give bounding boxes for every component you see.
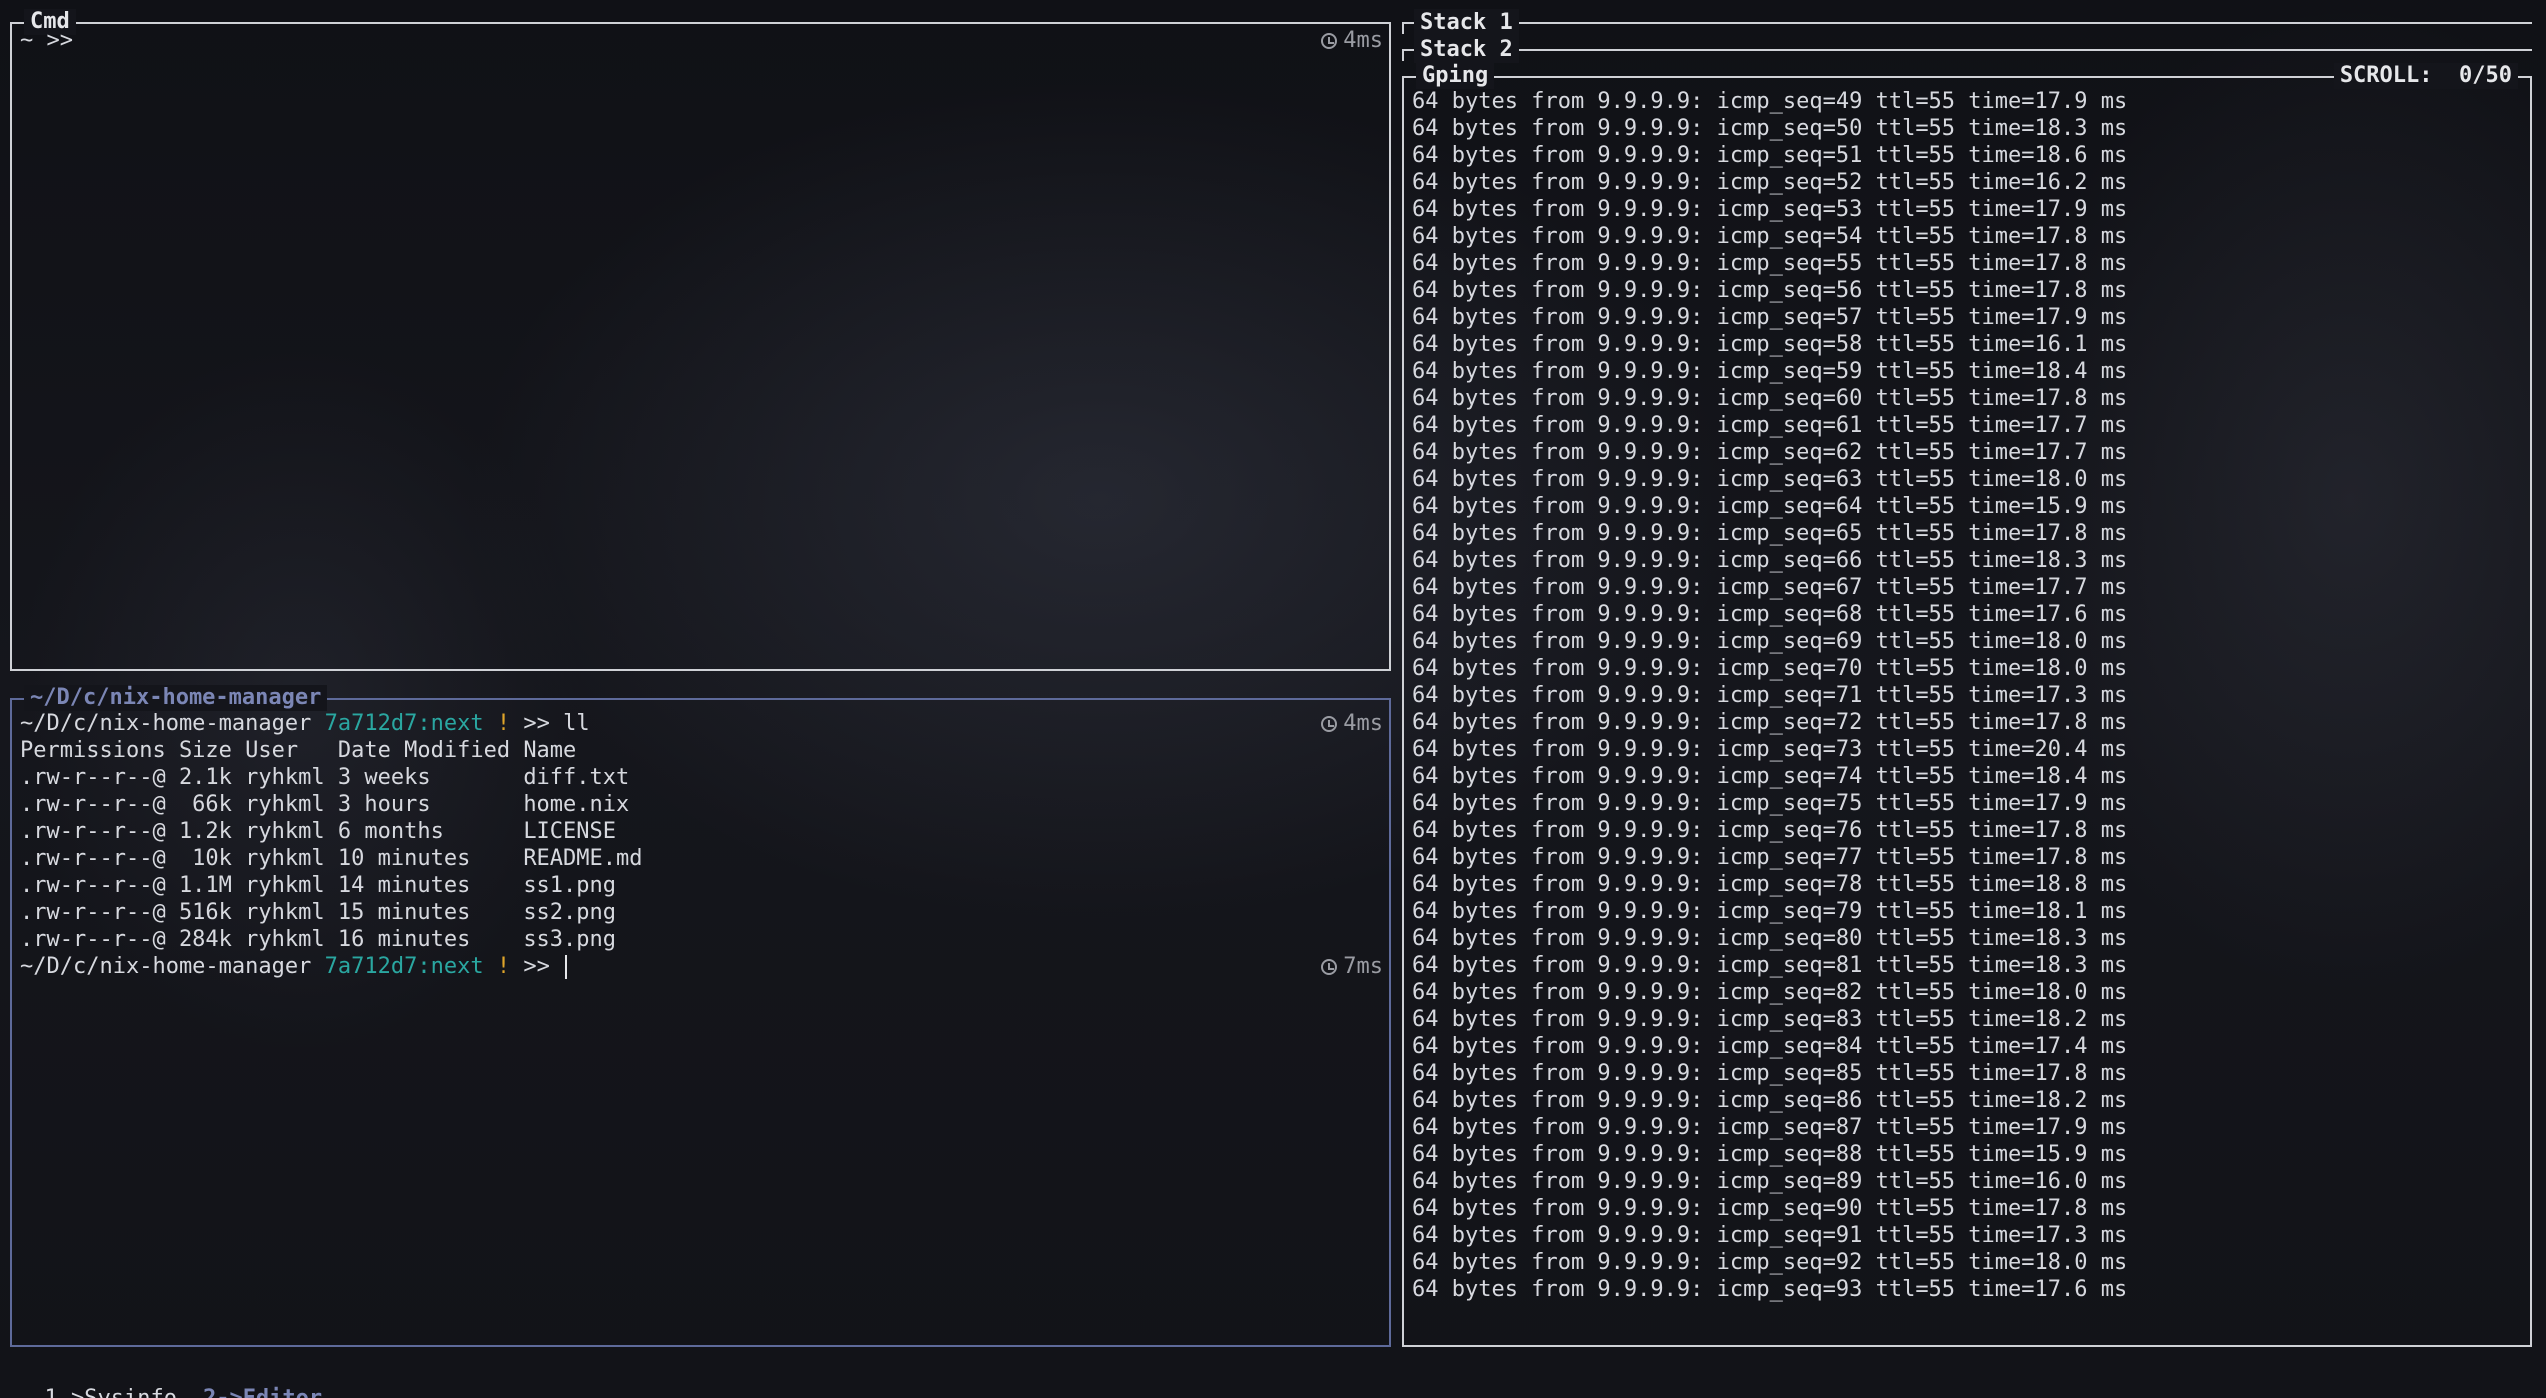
ping-line: 64 bytes from 9.9.9.9: icmp_seq=93 ttl=5… bbox=[1412, 1277, 2128, 1302]
tab-sysinfo[interactable]: 1->Sysinfo bbox=[45, 1386, 177, 1398]
prompt-path: ~/D/c/nix-home-manager bbox=[20, 711, 325, 736]
shell-prompt-2[interactable]: ~/D/c/nix-home-manager 7a712d7:next ! >> bbox=[20, 953, 568, 980]
ping-line: 64 bytes from 9.9.9.9: icmp_seq=79 ttl=5… bbox=[1412, 899, 2128, 924]
ping-line: 64 bytes from 9.9.9.9: icmp_seq=52 ttl=5… bbox=[1412, 170, 2128, 195]
ls-file-row: .rw-r--r--@ 10k ryhkml 10 minutes README… bbox=[20, 846, 643, 871]
text-cursor bbox=[565, 955, 568, 979]
stack-2-header[interactable]: Stack 2 bbox=[1402, 36, 2532, 63]
ping-line: 64 bytes from 9.9.9.9: icmp_seq=72 ttl=5… bbox=[1412, 710, 2128, 735]
ping-line: 64 bytes from 9.9.9.9: icmp_seq=49 ttl=5… bbox=[1412, 89, 2128, 114]
shell-timer-2-value: 7ms bbox=[1343, 954, 1383, 979]
ls-file-row: .rw-r--r--@ 516k ryhkml 15 minutes ss2.p… bbox=[20, 900, 617, 925]
stack-1-title: Stack 1 bbox=[1414, 9, 1519, 36]
ls-file-row: .rw-r--r--@ 1.2k ryhkml 6 months LICENSE bbox=[20, 819, 617, 844]
ping-line: 64 bytes from 9.9.9.9: icmp_seq=58 ttl=5… bbox=[1412, 332, 2128, 357]
ping-line: 64 bytes from 9.9.9.9: icmp_seq=60 ttl=5… bbox=[1412, 386, 2128, 411]
cmd-prompt[interactable]: ~ >> bbox=[20, 27, 73, 54]
ping-line: 64 bytes from 9.9.9.9: icmp_seq=85 ttl=5… bbox=[1412, 1061, 2128, 1086]
ping-line: 64 bytes from 9.9.9.9: icmp_seq=66 ttl=5… bbox=[1412, 548, 2128, 573]
shell-timer-1-value: 4ms bbox=[1343, 711, 1383, 736]
gping-pane[interactable]: Gping SCROLL: 0/50 64 bytes from 9.9.9.9… bbox=[1402, 63, 2532, 1347]
ping-line: 64 bytes from 9.9.9.9: icmp_seq=69 ttl=5… bbox=[1412, 629, 2128, 654]
ping-line: 64 bytes from 9.9.9.9: icmp_seq=80 ttl=5… bbox=[1412, 926, 2128, 951]
ping-line: 64 bytes from 9.9.9.9: icmp_seq=84 ttl=5… bbox=[1412, 1034, 2128, 1059]
ping-line: 64 bytes from 9.9.9.9: icmp_seq=51 ttl=5… bbox=[1412, 143, 2128, 168]
ping-line: 64 bytes from 9.9.9.9: icmp_seq=62 ttl=5… bbox=[1412, 440, 2128, 465]
cmd-timer-value: 4ms bbox=[1343, 28, 1383, 53]
ping-line: 64 bytes from 9.9.9.9: icmp_seq=90 ttl=5… bbox=[1412, 1196, 2128, 1221]
git-branch: 7a712d7:next bbox=[324, 711, 484, 736]
ping-line: 64 bytes from 9.9.9.9: icmp_seq=89 ttl=5… bbox=[1412, 1169, 2128, 1194]
shell-timer-1: 4ms bbox=[1321, 710, 1383, 737]
ping-line: 64 bytes from 9.9.9.9: icmp_seq=56 ttl=5… bbox=[1412, 278, 2128, 303]
ping-line: 64 bytes from 9.9.9.9: icmp_seq=78 ttl=5… bbox=[1412, 872, 2128, 897]
ping-line: 64 bytes from 9.9.9.9: icmp_seq=54 ttl=5… bbox=[1412, 224, 2128, 249]
ping-line: 64 bytes from 9.9.9.9: icmp_seq=82 ttl=5… bbox=[1412, 980, 2128, 1005]
ping-line: 64 bytes from 9.9.9.9: icmp_seq=61 ttl=5… bbox=[1412, 413, 2128, 438]
ping-line: 64 bytes from 9.9.9.9: icmp_seq=81 ttl=5… bbox=[1412, 953, 2128, 978]
prompt-arrow: >> bbox=[510, 711, 564, 736]
ping-line: 64 bytes from 9.9.9.9: icmp_seq=74 ttl=5… bbox=[1412, 764, 2128, 789]
cmd-timer: 4ms bbox=[1321, 27, 1383, 54]
shell-pane-title: ~/D/c/nix-home-manager bbox=[24, 685, 328, 711]
ping-line: 64 bytes from 9.9.9.9: icmp_seq=87 ttl=5… bbox=[1412, 1115, 2128, 1140]
cmd-pane[interactable]: Cmd ~ >> 4ms bbox=[10, 9, 1391, 671]
ping-line: 64 bytes from 9.9.9.9: icmp_seq=76 ttl=5… bbox=[1412, 818, 2128, 843]
ls-file-row: .rw-r--r--@ 66k ryhkml 3 hours home.nix bbox=[20, 792, 630, 817]
stack-2-title: Stack 2 bbox=[1414, 36, 1519, 63]
clock-icon bbox=[1321, 958, 1338, 975]
tab-editor[interactable]: 2->Editor bbox=[203, 1386, 322, 1398]
stack-1-header[interactable]: Stack 1 bbox=[1402, 9, 2532, 36]
scroll-indicator: SCROLL: 0/50 bbox=[2333, 63, 2518, 89]
ping-line: 64 bytes from 9.9.9.9: icmp_seq=65 ttl=5… bbox=[1412, 521, 2128, 546]
ping-line: 64 bytes from 9.9.9.9: icmp_seq=73 ttl=5… bbox=[1412, 737, 2128, 762]
ping-line: 64 bytes from 9.9.9.9: icmp_seq=50 ttl=5… bbox=[1412, 116, 2128, 141]
clock-icon bbox=[1321, 32, 1338, 49]
ping-line: 64 bytes from 9.9.9.9: icmp_seq=83 ttl=5… bbox=[1412, 1007, 2128, 1032]
ping-line: 64 bytes from 9.9.9.9: icmp_seq=67 ttl=5… bbox=[1412, 575, 2128, 600]
ls-file-row: .rw-r--r--@ 284k ryhkml 16 minutes ss3.p… bbox=[20, 927, 617, 952]
prompt-arrow: >> bbox=[510, 954, 564, 979]
ping-line: 64 bytes from 9.9.9.9: icmp_seq=68 ttl=5… bbox=[1412, 602, 2128, 627]
ls-header-row: Permissions Size User Date Modified Name bbox=[20, 738, 577, 763]
ping-line: 64 bytes from 9.9.9.9: icmp_seq=75 ttl=5… bbox=[1412, 791, 2128, 816]
shell-pane[interactable]: ~/D/c/nix-home-manager ~/D/c/nix-home-ma… bbox=[10, 685, 1391, 1347]
ping-line: 64 bytes from 9.9.9.9: icmp_seq=92 ttl=5… bbox=[1412, 1250, 2128, 1275]
ping-line: 64 bytes from 9.9.9.9: icmp_seq=71 ttl=5… bbox=[1412, 683, 2128, 708]
ping-line: 64 bytes from 9.9.9.9: icmp_seq=53 ttl=5… bbox=[1412, 197, 2128, 222]
gping-pane-title: Gping bbox=[1416, 63, 1495, 89]
ls-file-row: .rw-r--r--@ 1.1M ryhkml 14 minutes ss1.p… bbox=[20, 873, 617, 898]
ping-line: 64 bytes from 9.9.9.9: icmp_seq=77 ttl=5… bbox=[1412, 845, 2128, 870]
ping-line: 64 bytes from 9.9.9.9: icmp_seq=59 ttl=5… bbox=[1412, 359, 2128, 384]
ping-line: 64 bytes from 9.9.9.9: icmp_seq=86 ttl=5… bbox=[1412, 1088, 2128, 1113]
ping-line: 64 bytes from 9.9.9.9: icmp_seq=57 ttl=5… bbox=[1412, 305, 2128, 330]
shell-timer-2: 7ms bbox=[1321, 953, 1383, 980]
prompt-path: ~/D/c/nix-home-manager bbox=[20, 954, 325, 979]
git-dirty-indicator: ! bbox=[483, 711, 511, 736]
ls-file-row: .rw-r--r--@ 2.1k ryhkml 3 weeks diff.txt bbox=[20, 765, 630, 790]
ping-line: 64 bytes from 9.9.9.9: icmp_seq=55 ttl=5… bbox=[1412, 251, 2128, 276]
clock-icon bbox=[1321, 715, 1338, 732]
ping-line: 64 bytes from 9.9.9.9: icmp_seq=64 ttl=5… bbox=[1412, 494, 2128, 519]
prompt-command: ll bbox=[563, 711, 590, 736]
shell-prompt-1: ~/D/c/nix-home-manager 7a712d7:next ! >>… bbox=[20, 710, 590, 737]
ping-line: 64 bytes from 9.9.9.9: icmp_seq=63 ttl=5… bbox=[1412, 467, 2128, 492]
status-bar: 1->Sysinfo 2->Editor bbox=[18, 1357, 348, 1398]
git-branch: 7a712d7:next bbox=[324, 954, 484, 979]
ping-line: 64 bytes from 9.9.9.9: icmp_seq=88 ttl=5… bbox=[1412, 1142, 2128, 1167]
ping-line: 64 bytes from 9.9.9.9: icmp_seq=70 ttl=5… bbox=[1412, 656, 2128, 681]
ping-line: 64 bytes from 9.9.9.9: icmp_seq=91 ttl=5… bbox=[1412, 1223, 2128, 1248]
git-dirty-indicator: ! bbox=[483, 954, 511, 979]
